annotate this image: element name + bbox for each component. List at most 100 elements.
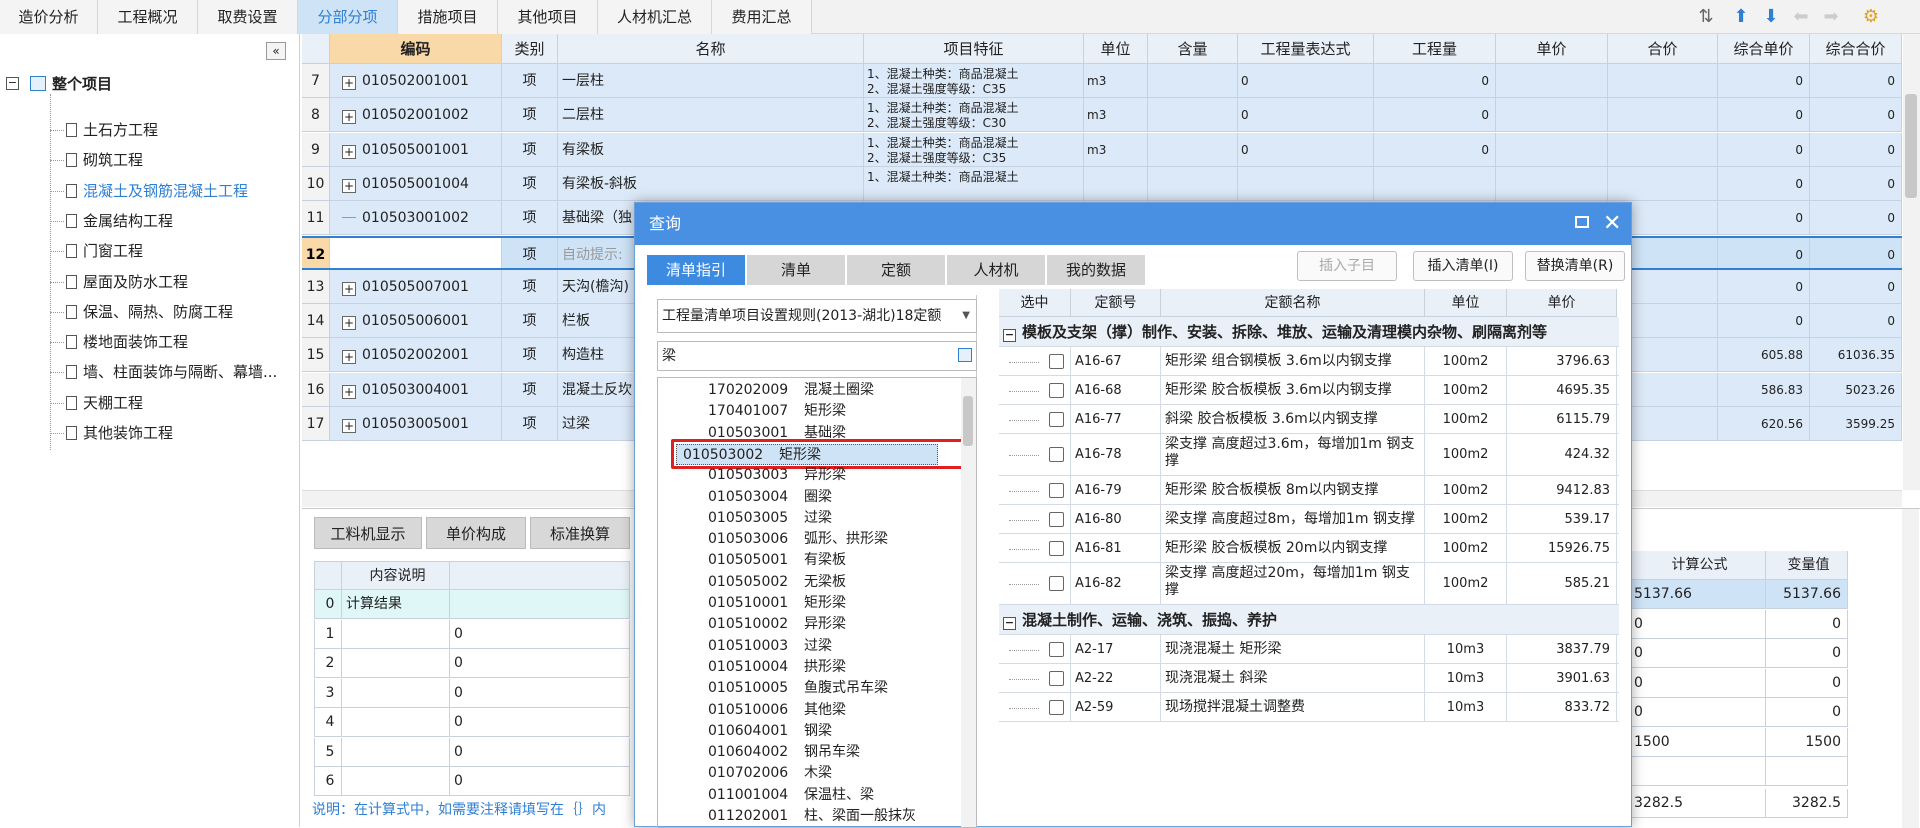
- type-cell[interactable]: 项: [502, 166, 558, 200]
- list-item[interactable]: 170401007 矩形梁: [708, 401, 846, 422]
- tab-unit-price-composition[interactable]: 单价构成: [426, 517, 526, 549]
- name-cell[interactable]: 一层柱: [558, 64, 864, 97]
- lower-value-cell[interactable]: 0: [450, 619, 630, 649]
- tab-sub-items[interactable]: 分部分项: [298, 0, 398, 34]
- tree-item[interactable]: 墙、柱面装饰与隔断、幕墙...: [52, 360, 277, 384]
- name-cell[interactable]: 二层柱: [558, 98, 864, 132]
- select-checkbox[interactable]: [1049, 699, 1064, 715]
- code-cell[interactable]: +010502001002: [330, 98, 502, 132]
- code-cell[interactable]: +010505007001: [330, 269, 502, 303]
- tree-item[interactable]: 金属结构工程: [52, 209, 173, 233]
- move-down-icon[interactable]: ⬇: [1760, 6, 1782, 28]
- tab-labor-material-summary[interactable]: 人材机汇总: [598, 0, 712, 34]
- unit-cell[interactable]: m3: [1084, 132, 1148, 166]
- code-cell[interactable]: +010505001001: [330, 132, 502, 166]
- search-input[interactable]: 梁: [657, 341, 977, 371]
- type-cell[interactable]: 项: [502, 237, 558, 268]
- grid-header-unit[interactable]: 单位: [1084, 34, 1148, 64]
- lower-formula-cell[interactable]: 0: [1630, 698, 1766, 727]
- unit-price-cell[interactable]: [1496, 132, 1608, 166]
- move-right-icon[interactable]: ➡: [1820, 6, 1842, 28]
- expand-icon[interactable]: +: [342, 350, 356, 365]
- grid-header-unit-price[interactable]: 单价: [1496, 34, 1608, 64]
- tree-item[interactable]: 天棚工程: [52, 391, 143, 415]
- quota-row[interactable]: A16-77 斜梁 胶合板模板 3.6m以内钢支撑 100m2 6115.79: [999, 405, 1619, 434]
- name-cell[interactable]: 有梁板-斜板: [558, 166, 864, 200]
- grid-header-content[interactable]: 含量: [1148, 34, 1238, 64]
- tab-labor-material-display[interactable]: 工料机显示: [314, 517, 422, 549]
- list-item[interactable]: 010505002 无梁板: [708, 572, 846, 593]
- tree-item[interactable]: 门窗工程: [52, 239, 143, 263]
- formula-extra[interactable]: 3282.5: [1630, 789, 1766, 818]
- content-cell[interactable]: [1148, 64, 1238, 97]
- tab-other-items[interactable]: 其他项目: [498, 0, 598, 34]
- feature-cell[interactable]: 1、混凝土种类：商品混凝土: [864, 166, 1084, 200]
- quantity-cell[interactable]: 0: [1374, 132, 1496, 166]
- code-cell[interactable]: +010502001001: [330, 64, 502, 97]
- tree-item[interactable]: 其他装饰工程: [52, 421, 173, 445]
- tab-standard-conversion[interactable]: 标准换算: [530, 517, 630, 549]
- quota-row[interactable]: A16-67 矩形梁 组合钢模板 3.6m以内钢支撑 100m2 3796.63: [999, 347, 1619, 376]
- type-cell[interactable]: 项: [502, 132, 558, 166]
- grid-header-type[interactable]: 类别: [502, 34, 558, 64]
- list-item[interactable]: 010510004 拱形梁: [708, 657, 846, 678]
- dialog-tab-list-guide[interactable]: 清单指引: [647, 255, 745, 285]
- expand-icon[interactable]: +: [342, 384, 356, 399]
- type-cell[interactable]: 项: [502, 407, 558, 440]
- lower-formula-cell[interactable]: 5137.66: [1630, 580, 1766, 609]
- select-checkbox[interactable]: [1049, 511, 1064, 527]
- code-cell[interactable]: +010503004001: [330, 372, 502, 406]
- list-item[interactable]: 010505001 有梁板: [708, 550, 846, 571]
- tab-project-overview[interactable]: 工程概况: [98, 0, 198, 34]
- table-row[interactable]: 10 +010505001004 项有梁板-斜板 1、混凝土种类：商品混凝土 0 0: [302, 166, 1902, 201]
- quota-row[interactable]: A16-79 矩形梁 胶合板模板 8m以内钢支撑 100m2 9412.83: [999, 476, 1619, 505]
- select-checkbox[interactable]: [1049, 411, 1064, 427]
- code-cell[interactable]: 010503001002: [330, 201, 502, 235]
- lower-formula-cell[interactable]: 1500: [1630, 727, 1766, 757]
- feature-cell[interactable]: 1、混凝土种类：商品混凝土 2、混凝土强度等级：C35: [864, 132, 1084, 166]
- table-row[interactable]: 9 +010505001001 项有梁板 1、混凝土种类：商品混凝土 2、混凝土强度等…: [302, 132, 1902, 167]
- lower-desc-cell[interactable]: [342, 649, 450, 678]
- list-item[interactable]: 011202001 柱、梁面一般抹灰: [708, 806, 916, 827]
- list-scroll-thumb[interactable]: [963, 396, 973, 446]
- list-item[interactable]: 010510002 异形梁: [708, 614, 846, 635]
- quota-row[interactable]: A2-22 现浇混凝土 斜梁 10m3 3901.63: [999, 664, 1619, 693]
- list-item[interactable]: 010503004 圈梁: [708, 487, 832, 508]
- move-left-icon[interactable]: ⬅: [1790, 6, 1812, 28]
- scroll-thumb[interactable]: [1905, 94, 1917, 198]
- content-cell[interactable]: [1148, 98, 1238, 132]
- list-item[interactable]: 010510003 过梁: [708, 636, 832, 657]
- quota-group-header[interactable]: − 模板及支架（撑）制作、安装、拆除、堆放、运输及清理模内杂物、刷隔离剂等: [999, 317, 1619, 347]
- expression-cell[interactable]: [1238, 166, 1374, 200]
- tree-item[interactable]: 屋面及防水工程: [52, 270, 188, 294]
- type-cell[interactable]: 项: [502, 304, 558, 338]
- feature-cell[interactable]: 1、混凝土种类：商品混凝土 2、混凝土强度等级：C30: [864, 98, 1084, 132]
- quota-row[interactable]: A16-68 矩形梁 胶合板模板 3.6m以内钢支撑 100m2 4695.35: [999, 376, 1619, 405]
- code-cell[interactable]: +010503005001: [330, 407, 502, 440]
- tree-root[interactable]: 整个项目: [52, 72, 112, 96]
- list-item[interactable]: 010510001 矩形梁: [708, 593, 846, 614]
- expression-cell[interactable]: 0: [1238, 98, 1374, 132]
- table-row[interactable]: 7 +010502001001 项一层柱 1、混凝土种类：商品混凝土 2、混凝土强度等…: [302, 64, 1902, 98]
- quota-row[interactable]: A16-78 梁支撑 高度超过3.6m，每增加1m 钢支撑 100m2 424.32: [999, 434, 1619, 476]
- lower-desc-cell[interactable]: [342, 619, 450, 649]
- select-checkbox[interactable]: [1049, 670, 1064, 686]
- grid-header-name[interactable]: 名称: [558, 34, 864, 64]
- lower-value-cell[interactable]: 0: [450, 678, 630, 708]
- lower-formula-cell[interactable]: [1630, 757, 1766, 786]
- lower-desc-cell[interactable]: [342, 767, 450, 796]
- expand-icon[interactable]: +: [342, 178, 356, 193]
- list-item[interactable]: 010604002 钢吊车梁: [708, 742, 860, 763]
- expand-icon[interactable]: +: [342, 281, 356, 296]
- search-icon[interactable]: [958, 348, 972, 362]
- expand-icon[interactable]: +: [342, 144, 356, 159]
- list-item[interactable]: 010604001 钢梁: [708, 721, 832, 742]
- expression-cell[interactable]: 0: [1238, 132, 1374, 166]
- collapse-panel-button[interactable]: «: [266, 42, 286, 60]
- list-item[interactable]: 010503003 异形梁: [708, 465, 846, 486]
- grid-header-expression[interactable]: 工程量表达式: [1238, 34, 1374, 64]
- tab-measures[interactable]: 措施项目: [398, 0, 498, 34]
- lower-desc-cell[interactable]: [342, 678, 450, 708]
- tree-item[interactable]: 楼地面装饰工程: [52, 330, 188, 354]
- code-cell[interactable]: +010505001004: [330, 166, 502, 200]
